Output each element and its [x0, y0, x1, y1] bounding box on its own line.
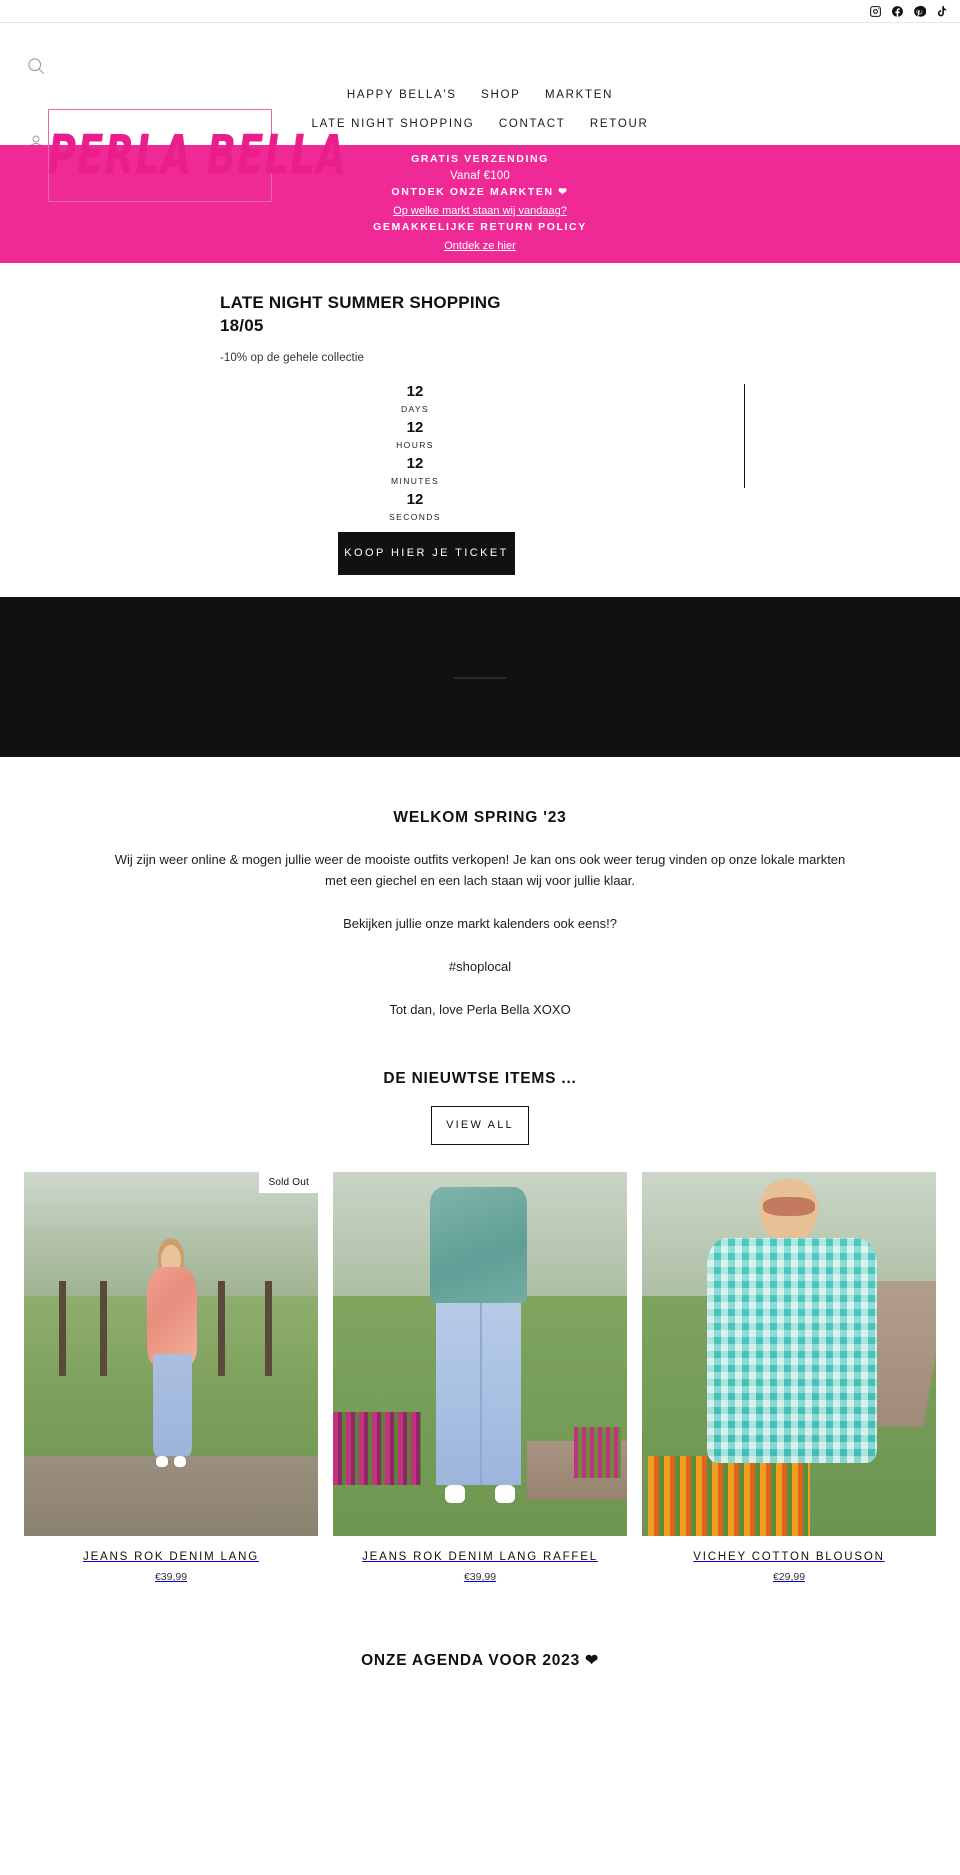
welcome-section: WELKOM SPRING '23 Wij zijn weer online &… — [0, 757, 960, 1020]
product-price: €39,99 — [154, 1571, 188, 1583]
promo-section: LATE NIGHT SUMMER SHOPPING 18/05 -10% op… — [0, 263, 960, 597]
site-logo[interactable]: PERLA BELLA — [48, 109, 346, 202]
countdown-minutes-label: MINUTES — [390, 476, 440, 486]
product-image[interactable] — [642, 1172, 936, 1536]
product-card[interactable]: Sold Out JEANS ROK DENIM LANG €39,99 — [24, 1172, 318, 1583]
welcome-paragraph-4: Tot dan, love Perla Bella XOXO — [389, 1002, 571, 1017]
product-grid: Sold Out JEANS ROK DENIM LANG €39,99 JEA… — [0, 1145, 960, 1583]
countdown-minutes-value: 12 — [406, 455, 424, 472]
countdown-hours-value: 12 — [406, 419, 424, 436]
new-items-section: DE NIEUWTSE ITEMS ... VIEW ALL — [0, 1020, 960, 1145]
welcome-paragraph-2: Bekijken jullie onze markt kalenders ook… — [343, 916, 617, 931]
nav-item-retour[interactable]: RETOUR — [580, 110, 659, 138]
search-icon[interactable] — [26, 56, 46, 76]
site-header: PERLA BELLA HAPPY BELLA'S SHOP MARKTEN L… — [0, 23, 960, 202]
nav-item-markten[interactable]: MARKTEN — [535, 81, 623, 109]
new-items-heading: DE NIEUWTSE ITEMS ... — [383, 1070, 577, 1087]
promo-title: LATE NIGHT SUMMER SHOPPING 18/05 — [220, 291, 745, 337]
nav-item-happy-bellas[interactable]: HAPPY BELLA'S — [337, 81, 467, 109]
facebook-icon[interactable] — [891, 5, 904, 18]
product-title: VICHEY COTTON BLOUSON — [693, 1551, 885, 1563]
instagram-icon[interactable] — [869, 5, 882, 18]
hero-banner — [0, 597, 960, 757]
countdown-seconds-value: 12 — [406, 491, 424, 508]
countdown-days-value: 12 — [406, 383, 424, 400]
pinterest-icon[interactable] — [913, 5, 926, 18]
countdown-timer: 12 DAYS 12 HOURS 12 MINUTES 12 SECONDS — [220, 382, 745, 522]
countdown-days-label: DAYS — [400, 404, 430, 414]
product-title: JEANS ROK DENIM LANG — [83, 1551, 259, 1563]
product-price: €39,99 — [463, 1571, 497, 1583]
announcement-return-title: GEMAKKELIJKE RETURN POLICY — [373, 221, 587, 233]
product-title: JEANS ROK DENIM LANG RAFFEL — [362, 1551, 598, 1563]
logo-text: PERLA BELLA — [47, 124, 347, 187]
announcement-markets-link[interactable]: Op welke markt staan wij vandaag? — [393, 203, 567, 219]
view-all-button[interactable]: VIEW ALL — [431, 1106, 529, 1145]
buy-ticket-button[interactable]: KOOP HIER JE TICKET — [338, 532, 515, 575]
welcome-paragraph-1: Wij zijn weer online & mogen jullie weer… — [114, 852, 846, 888]
agenda-section: ONZE AGENDA VOOR 2023 ❤ — [0, 1583, 960, 1710]
countdown-hours-label: HOURS — [396, 440, 434, 450]
welcome-paragraph-3: #shoplocal — [448, 959, 512, 974]
welcome-heading: WELKOM SPRING '23 — [393, 809, 567, 826]
promo-subtitle: -10% op de gehele collectie — [220, 352, 364, 364]
promo-title-text: LATE NIGHT SUMMER SHOPPING — [220, 293, 501, 312]
tiktok-icon[interactable] — [935, 5, 948, 18]
countdown-seconds-label: SECONDS — [389, 512, 441, 522]
product-image[interactable]: Sold Out — [24, 1172, 318, 1536]
hero-divider — [454, 677, 506, 679]
announcement-return-link[interactable]: Ontdek ze hier — [444, 238, 516, 254]
nav-item-contact[interactable]: CONTACT — [489, 110, 576, 138]
countdown-divider — [744, 384, 745, 488]
product-badge: Sold Out — [259, 1172, 318, 1193]
promo-date: 18/05 — [220, 316, 264, 335]
product-card[interactable]: JEANS ROK DENIM LANG RAFFEL €39,99 — [333, 1172, 627, 1583]
product-price: €29,99 — [772, 1571, 806, 1583]
agenda-heading: ONZE AGENDA VOOR 2023 ❤ — [361, 1652, 599, 1669]
product-card[interactable]: VICHEY COTTON BLOUSON €29,99 — [642, 1172, 936, 1583]
social-bar — [0, 0, 960, 23]
nav-row-primary: HAPPY BELLA'S SHOP MARKTEN — [0, 80, 960, 109]
nav-item-shop[interactable]: SHOP — [471, 81, 530, 109]
product-image[interactable] — [333, 1172, 627, 1536]
